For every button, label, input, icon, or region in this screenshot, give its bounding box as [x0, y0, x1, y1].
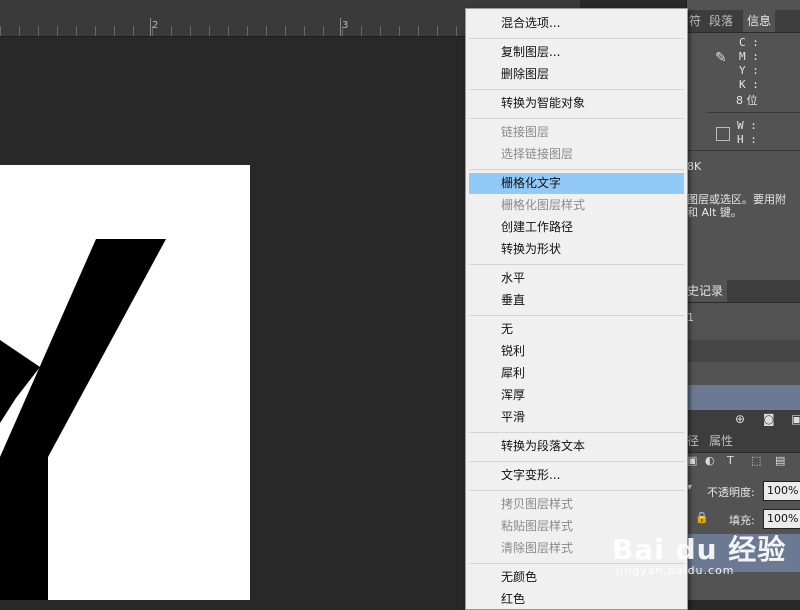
menu-item[interactable]: 垂直 — [469, 290, 684, 311]
doc-mode-text: 8K — [687, 160, 702, 173]
pixel-filter-icon[interactable]: ▣ — [687, 454, 697, 467]
smart-filter-icon[interactable]: ▤ — [775, 454, 785, 467]
fill-input[interactable]: 100% — [763, 509, 800, 529]
info-w-label: W : — [737, 119, 757, 132]
info-m-label: M : — [739, 50, 759, 63]
menu-item[interactable]: 转换为段落文本 — [469, 436, 684, 457]
watermark-url: jingyan.baidu.com — [616, 564, 735, 577]
menu-item[interactable]: 转换为形状 — [469, 239, 684, 260]
menu-separator — [469, 38, 684, 39]
menu-item[interactable]: 删除图层 — [469, 64, 684, 85]
menu-separator — [469, 89, 684, 90]
text-layer-glyph-y — [0, 239, 166, 600]
shape-filter-icon[interactable]: ⬚ — [751, 454, 761, 467]
selection-size-icon — [716, 127, 730, 141]
info-y-label: Y : — [739, 64, 759, 77]
menu-item[interactable]: 文字变形... — [469, 465, 684, 486]
info-panel-tabs: 符 段落 信息 — [687, 10, 800, 33]
tab-history[interactable]: 史记录 — [683, 280, 728, 302]
layer-filter-icons: ▣ ◐ T ⬚ ▤ — [687, 454, 800, 470]
menu-item[interactable]: 栅格化文字 — [469, 173, 684, 194]
tab-character[interactable]: 符 — [685, 10, 705, 32]
menu-separator — [469, 461, 684, 462]
new-snapshot-icon[interactable]: ⊕ — [735, 412, 745, 426]
camera-icon[interactable]: ◙ — [763, 412, 775, 426]
menu-item: 拷贝图层样式 — [501, 497, 574, 511]
menu-item[interactable]: 锐利 — [469, 341, 684, 362]
ruler-major-tick — [340, 18, 341, 36]
menu-item[interactable]: 转换为智能对象 — [469, 93, 684, 114]
ruler-mark-2: 2 — [152, 20, 159, 31]
fill-label: 填充: — [729, 514, 755, 527]
bit-depth: 8 位 — [736, 94, 758, 107]
right-panels: 符 段落 信息 ✎ C : M : Y : K : 8 位 W : H : 8K… — [683, 0, 800, 600]
eyedropper-icon: ✎ — [715, 50, 727, 66]
history-bar — [687, 340, 800, 362]
menu-separator — [469, 432, 684, 433]
menu-separator — [469, 118, 684, 119]
menu-item[interactable]: 混合选项... — [469, 13, 684, 34]
info-divider — [687, 150, 800, 151]
tab-paragraph[interactable]: 段落 — [705, 10, 737, 32]
lock-icon[interactable]: 🔒 — [695, 511, 709, 524]
watermark-brand: Bai du 经验 — [612, 533, 787, 566]
ruler-mark-3: 3 — [342, 20, 349, 31]
baidu-watermark: Bai du 经验 jingyan.baidu.com — [612, 528, 787, 577]
layers-panel-tabs: 径 属性 — [687, 430, 800, 453]
menu-item[interactable]: 水平 — [469, 268, 684, 289]
menu-separator — [469, 490, 684, 491]
menu-item[interactable]: 浑厚 — [469, 385, 684, 406]
layer-context-menu: 混合选项... 复制图层... 删除图层转换为智能对象链接图层选择链接图层栅格化文字… — [465, 8, 688, 610]
menu-separator — [469, 315, 684, 316]
menu-item[interactable]: 平滑 — [469, 407, 684, 428]
menu-item: 栅格化图层样式 — [501, 198, 586, 212]
history-selected-row[interactable] — [687, 385, 800, 410]
hint-line-2: 和 Alt 键。 — [687, 206, 742, 219]
menu-item: 链接图层 — [501, 125, 550, 139]
tab-info[interactable]: 信息 — [743, 10, 776, 32]
panel-button-bar: ⊕ ◙ ▣ — [687, 410, 800, 430]
menu-item[interactable]: 创建工作路径 — [469, 217, 684, 238]
ruler-major-tick — [150, 18, 151, 36]
menu-item[interactable]: 无 — [469, 319, 684, 340]
document-canvas[interactable] — [0, 165, 250, 600]
info-h-label: H : — [737, 133, 757, 146]
info-divider — [707, 112, 800, 113]
menu-separator — [469, 169, 684, 170]
tab-properties[interactable]: 属性 — [705, 430, 737, 452]
info-k-label: K : — [739, 78, 759, 91]
info-c-label: C : — [739, 36, 759, 49]
trash-icon[interactable]: ▣ — [791, 412, 800, 426]
opacity-label: 不透明度: — [707, 486, 755, 499]
opacity-input[interactable]: 100% — [763, 481, 800, 501]
menu-item[interactable]: 犀利 — [469, 363, 684, 384]
history-item[interactable]: 1 — [687, 311, 694, 324]
menu-item[interactable]: 复制图层... — [469, 42, 684, 63]
menu-separator — [469, 264, 684, 265]
type-filter-icon[interactable]: T — [727, 454, 734, 467]
menu-item: 选择链接图层 — [501, 147, 574, 161]
history-panel-tabs: 史记录 — [683, 280, 800, 303]
adjustment-filter-icon[interactable]: ◐ — [705, 454, 715, 467]
